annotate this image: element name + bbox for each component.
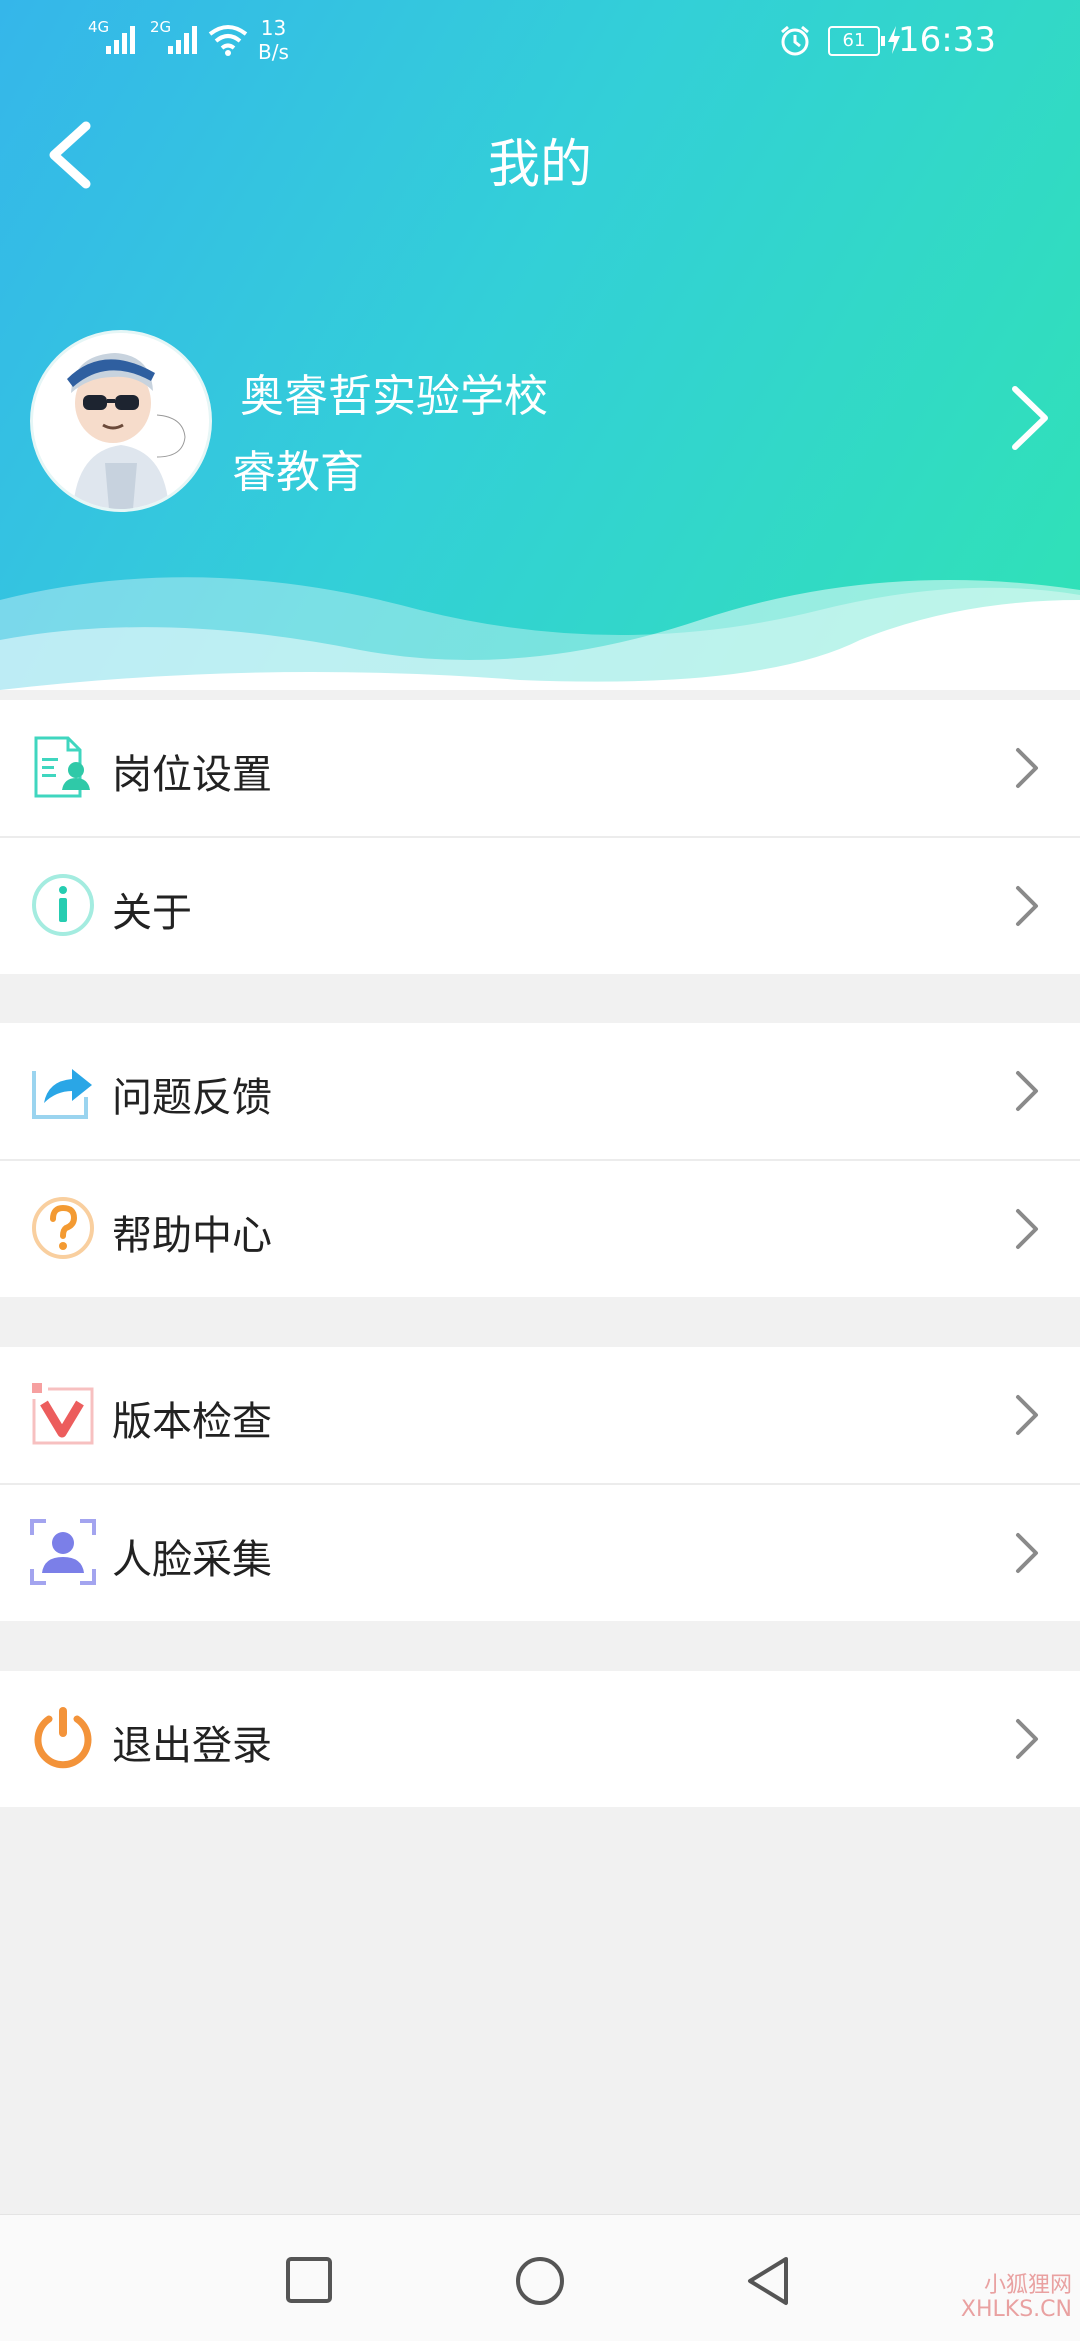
position-settings-icon [34,736,90,798]
clock: 16:33 [898,20,996,60]
chevron-right-icon [1016,748,1038,788]
menu-item-label: 版本检查 [112,1399,272,1445]
wifi-icon [208,25,248,56]
menu-item-label: 帮助中心 [112,1213,272,1259]
info-icon [32,874,94,936]
menu-item-version-check[interactable]: 版本检查 [0,1347,1080,1485]
chevron-right-icon [1016,1395,1038,1435]
menu-group-3: 版本检查 人脸采集 [0,1347,1080,1621]
page-title: 我的 [487,135,592,195]
menu-item-label: 岗位设置 [112,752,272,798]
menu-item-label: 人脸采集 [112,1537,272,1583]
watermark-line-2: XHLKS.CN [960,2297,1072,2322]
version-check-icon [32,1383,94,1445]
power-icon [34,1707,92,1769]
menu-item-logout[interactable]: 退出登录 [0,1671,1080,1807]
chevron-right-icon [1016,1719,1038,1759]
battery-indicator: 61 [828,26,885,56]
watermark-line-1: 小狐狸网 [983,2273,1072,2298]
avatar-cartoon-image [33,333,209,509]
chevron-right-icon [1016,1533,1038,1573]
watermark: 小狐狸网 XHLKS.CN [961,2274,1072,2322]
school-name[interactable]: 奥睿哲实验学校 [240,360,548,424]
chevron-right-icon [1016,1209,1038,1249]
organization-name[interactable]: 睿教育 [232,436,364,500]
menu-group-1: 岗位设置 关于 [0,700,1080,974]
chevron-right-icon [1016,1071,1038,1111]
menu-item-label: 退出登录 [112,1723,272,1769]
menu-item-face-capture[interactable]: 人脸采集 [0,1485,1080,1621]
net-speed-unit: B/s [258,40,289,64]
menu-item-label: 关于 [112,890,192,936]
status-bar: 4G 2G 13 B/s 61 16:33 [0,0,1080,80]
menu-group-2: 问题反馈 帮助中心 [0,1023,1080,1297]
menu-group-4: 退出登录 [0,1671,1080,1807]
back-nav-icon[interactable] [744,2255,794,2307]
help-icon [32,1197,94,1259]
avatar[interactable] [30,330,212,512]
menu-item-label: 问题反馈 [112,1075,272,1121]
chevron-right-icon[interactable] [1005,383,1055,453]
net-speed: 13 B/s [258,16,289,64]
signal-icon [168,26,197,54]
menu-item-position-settings[interactable]: 岗位设置 [0,700,1080,838]
decorative-wave [0,577,1080,690]
feedback-icon [32,1069,92,1119]
home-icon[interactable] [514,2255,566,2307]
signal-icon [106,26,135,54]
menu-item-about[interactable]: 关于 [0,838,1080,974]
profile-header: 4G 2G 13 B/s 61 16:33 我的 奥睿哲实验学校 睿教育 [0,0,1080,690]
system-navigation-bar [0,2214,1080,2341]
alarm-icon [781,25,809,56]
menu-item-feedback[interactable]: 问题反馈 [0,1023,1080,1161]
chevron-right-icon [1016,886,1038,926]
net-speed-value: 13 [260,16,287,40]
face-capture-icon [30,1519,96,1585]
recent-apps-icon[interactable] [284,2255,334,2305]
menu-item-help-center[interactable]: 帮助中心 [0,1161,1080,1297]
